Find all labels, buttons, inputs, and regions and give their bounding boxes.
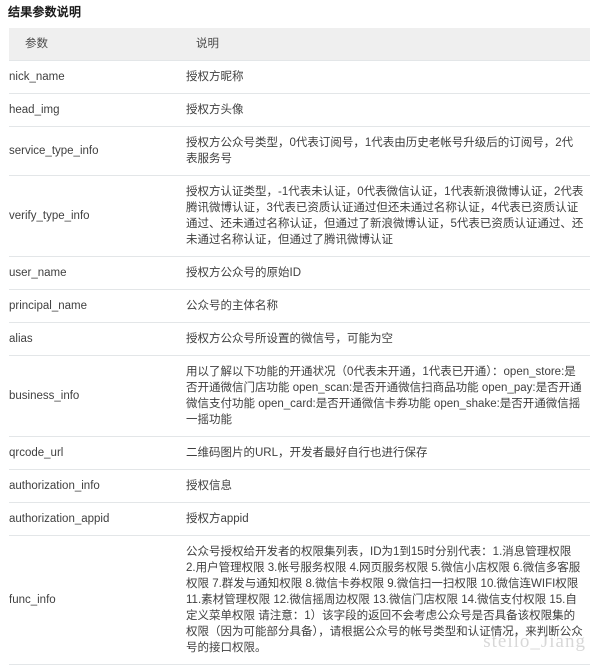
result-params-page: 结果参数说明 参数 说明 nick_name 授权方昵称 head_img 授权方头像… [0,4,599,665]
param-name-cell: head_img [9,93,186,127]
table-body: nick_name 授权方昵称 head_img 授权方头像 service_type_… [9,60,590,665]
params-table: 参数 说明 nick_name 授权方昵称 head_img 授权方头像 service… [9,28,590,665]
table-row: qrcode_url 二维码图片的URL，开发者最好自行也进行保存 [9,436,590,470]
param-description-cell: 授权方公众号类型，0代表订阅号，1代表由历史老帐号升级后的订阅号，2代表服务号 [186,126,590,176]
param-name-cell: verify_type_info [9,175,186,257]
table-row: alias 授权方公众号所设置的微信号，可能为空 [9,322,590,356]
param-name-cell: authorization_info [9,469,186,503]
table-row: authorization_appid 授权方appid [9,502,590,536]
table-row: user_name 授权方公众号的原始ID [9,256,590,290]
param-name-cell: nick_name [9,60,186,94]
param-description-cell: 公众号的主体名称 [186,289,590,323]
param-description-cell: 用以了解以下功能的开通状况（0代表未开通，1代表已开通）：open_store:… [186,355,590,437]
params-table-container: 参数 说明 nick_name 授权方昵称 head_img 授权方头像 service… [9,28,590,665]
table-row: business_info 用以了解以下功能的开通状况（0代表未开通，1代表已开通… [9,355,590,437]
table-row: nick_name 授权方昵称 [9,60,590,94]
table-row: verify_type_info 授权方认证类型，-1代表未认证，0代表微信认证，… [9,175,590,257]
table-row: service_type_info 授权方公众号类型，0代表订阅号，1代表由历史老… [9,126,590,176]
page-title: 结果参数说明 [8,5,82,19]
param-name-cell: authorization_appid [9,502,186,536]
table-row: head_img 授权方头像 [9,93,590,127]
param-description-cell: 授权方昵称 [186,60,590,94]
param-description-cell: 二维码图片的URL，开发者最好自行也进行保存 [186,436,590,470]
param-description-cell: 授权方公众号所设置的微信号，可能为空 [186,322,590,356]
param-description-cell: 公众号授权给开发者的权限集列表，ID为1到15时分别代表：1.消息管理权限 2.… [186,535,590,665]
param-name-cell: user_name [9,256,186,290]
table-row: principal_name 公众号的主体名称 [9,289,590,323]
param-name-cell: service_type_info [9,126,186,176]
param-name-cell: principal_name [9,289,186,323]
column-header-param: 参数 [9,28,186,61]
param-description-cell: 授权方头像 [186,93,590,127]
table-row: func_info 公众号授权给开发者的权限集列表，ID为1到15时分别代表：1.… [9,535,590,665]
table-header: 参数 说明 [9,28,590,61]
param-description-cell: 授权方认证类型，-1代表未认证，0代表微信认证，1代表新浪微博认证，2代表腾讯微… [186,175,590,257]
param-description-cell: 授权信息 [186,469,590,503]
param-description-cell: 授权方公众号的原始ID [186,256,590,290]
table-row: authorization_info 授权信息 [9,469,590,503]
column-header-desc: 说明 [186,28,590,61]
param-name-cell: func_info [9,535,186,665]
param-name-cell: alias [9,322,186,356]
param-name-cell: qrcode_url [9,436,186,470]
table-header-row: 参数 说明 [9,28,590,61]
param-name-cell: business_info [9,355,186,437]
param-description-cell: 授权方appid [186,502,590,536]
